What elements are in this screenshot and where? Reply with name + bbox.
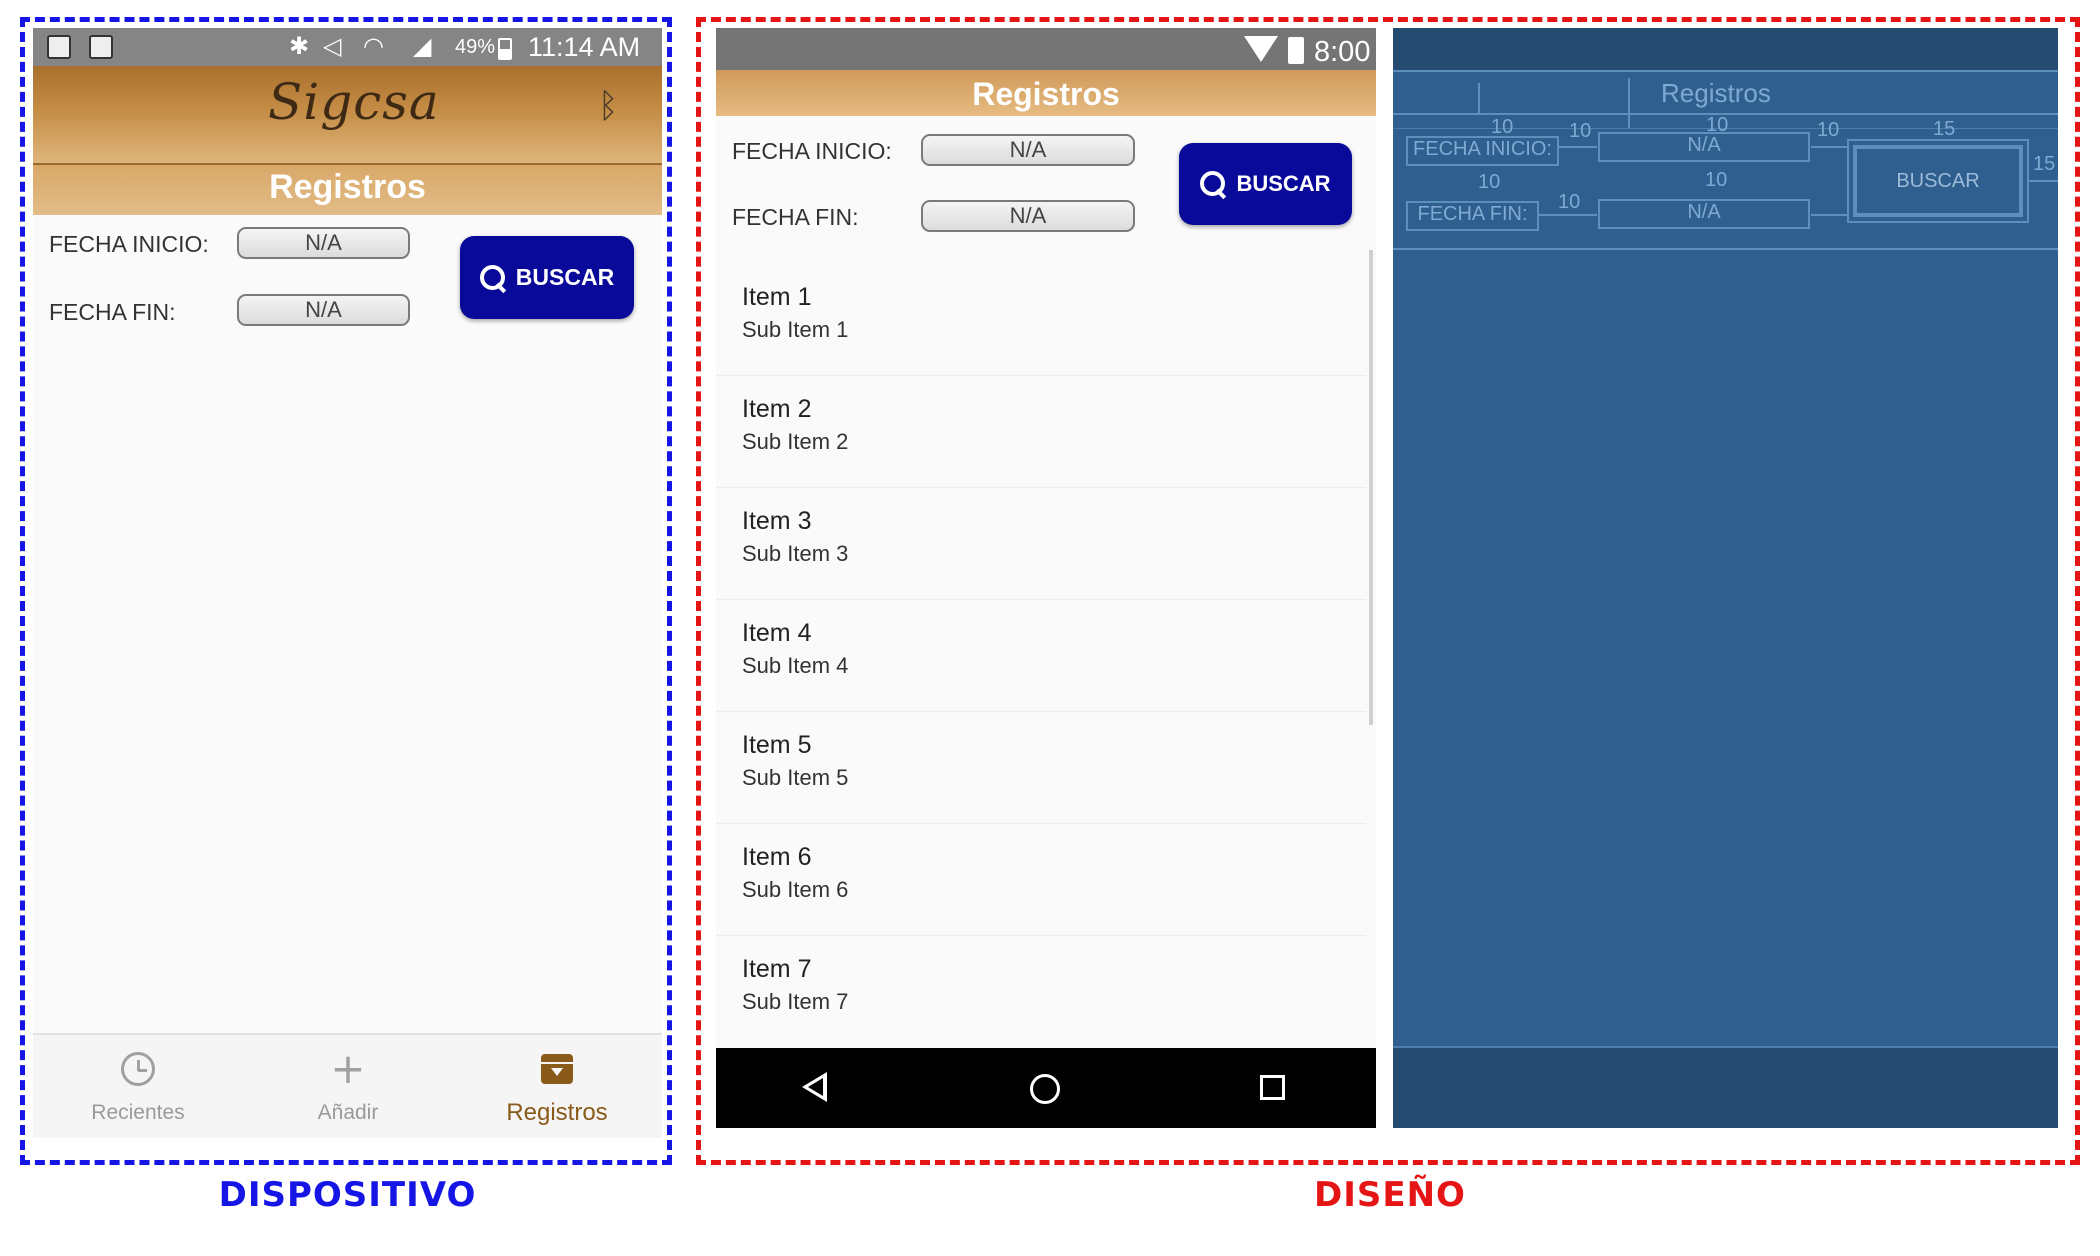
bluetooth-status-icon: ✱ (289, 32, 310, 60)
nav-label: Registros (506, 1099, 608, 1126)
search-button[interactable]: BUSCAR (460, 236, 634, 319)
start-date-label: FECHA INICIO: (732, 138, 892, 164)
list-item[interactable]: Item 1 Sub Item 1 (716, 265, 1366, 376)
list-scrollbar[interactable] (1369, 250, 1373, 725)
start-date-field[interactable]: N/A (921, 134, 1135, 166)
item-title: Item 2 (742, 395, 812, 423)
constraint-label: 10 (1569, 120, 1592, 142)
nav-item-recientes[interactable]: Recientes (33, 1035, 243, 1138)
home-icon[interactable] (1030, 1074, 1060, 1104)
status-time: 11:14 AM (528, 32, 641, 62)
item-subtitle: Sub Item 7 (742, 989, 849, 1014)
constraint-label: 10 (1705, 169, 1728, 191)
blueprint-start-field[interactable]: N/A (1598, 132, 1810, 162)
nav-item-anadir[interactable]: + Añadir (243, 1035, 453, 1138)
list-item[interactable]: Item 6 Sub Item 6 (716, 825, 1366, 936)
design-caption: DISEÑO (1314, 1175, 1466, 1215)
device-screen: ✱ ◁ ◠ ◢ 49% 11:14 AM Sigcsa ᛒ Registros … (33, 28, 662, 1138)
page-title: Registros (269, 168, 426, 206)
blueprint-status-area (1393, 28, 2058, 70)
list-item[interactable]: Item 2 Sub Item 2 (716, 377, 1366, 488)
end-date-label: FECHA FIN: (49, 299, 176, 325)
end-date-field[interactable]: N/A (921, 200, 1135, 232)
battery-percent: 49% (455, 36, 496, 58)
end-date-field[interactable]: N/A (237, 294, 410, 326)
search-icon (479, 264, 506, 291)
item-title: Item 5 (742, 731, 812, 759)
battery-icon (1288, 37, 1304, 64)
search-button[interactable]: BUSCAR (1179, 143, 1352, 225)
constraint-label: 15 (2033, 153, 2056, 175)
signal-status-icon: ◢ (413, 32, 432, 60)
clock-icon (121, 1052, 155, 1086)
mute-status-icon: ◁ (323, 32, 342, 60)
recents-icon[interactable] (1260, 1075, 1285, 1100)
item-subtitle: Sub Item 3 (742, 541, 849, 566)
search-icon (1200, 171, 1226, 197)
start-date-label: FECHA INICIO: (49, 231, 209, 257)
item-title: Item 1 (742, 283, 812, 311)
item-subtitle: Sub Item 1 (742, 317, 849, 342)
design-status-bar: 8:00 (716, 28, 1376, 70)
blueprint-end-field[interactable]: N/A (1598, 199, 1810, 229)
back-icon[interactable] (802, 1072, 827, 1102)
search-button-label: BUSCAR (1236, 171, 1331, 196)
item-title: Item 4 (742, 619, 812, 647)
app-logo: Sigcsa (268, 73, 440, 131)
item-title: Item 6 (742, 843, 812, 871)
item-subtitle: Sub Item 4 (742, 653, 849, 678)
blueprint-navbar-area (1393, 1046, 2058, 1128)
search-button-label: BUSCAR (515, 264, 615, 290)
design-title: Registros (972, 76, 1120, 112)
notification-icon (47, 35, 71, 59)
plus-icon: + (330, 1044, 366, 1093)
constraint-label: 10 (1558, 191, 1581, 213)
blueprint-search-bounds (1847, 139, 2029, 223)
blueprint-start-label[interactable]: FECHA INICIO: (1406, 136, 1559, 166)
constraint-label: 10 (1817, 119, 1840, 141)
list-item[interactable]: Item 4 Sub Item 4 (716, 601, 1366, 712)
item-subtitle: Sub Item 5 (742, 765, 849, 790)
battery-icon (498, 38, 512, 60)
item-title: Item 7 (742, 955, 812, 983)
nav-label: Añadir (317, 1101, 379, 1124)
archive-icon (541, 1054, 573, 1084)
start-date-field[interactable]: N/A (237, 227, 410, 259)
nav-label: Recientes (91, 1101, 185, 1124)
device-status-bar: ✱ ◁ ◠ ◢ 49% 11:14 AM (33, 28, 662, 66)
blueprint-end-label[interactable]: FECHA FIN: (1406, 201, 1539, 231)
system-navbar (716, 1048, 1376, 1128)
image-notification-icon (89, 35, 113, 59)
design-screen: 8:00 Registros FECHA INICIO: N/A FECHA F… (716, 28, 1376, 1128)
status-time: 8:00 (1314, 36, 1371, 68)
list-item[interactable]: Item 7 Sub Item 7 (716, 937, 1366, 1048)
constraint-label: 10 (1706, 114, 1729, 136)
list-item[interactable]: Item 3 Sub Item 3 (716, 489, 1366, 600)
wifi-icon (1244, 36, 1278, 62)
end-date-label: FECHA FIN: (732, 204, 859, 230)
item-subtitle: Sub Item 6 (742, 877, 849, 902)
wifi-status-icon: ◠ (363, 32, 384, 60)
bottom-navigation: Recientes + Añadir Registros (33, 1033, 662, 1138)
nav-item-registros[interactable]: Registros (452, 1035, 662, 1138)
list-item[interactable]: Item 5 Sub Item 5 (716, 713, 1366, 824)
item-subtitle: Sub Item 2 (742, 429, 849, 454)
blueprint-view: Registros FECHA INICIO: N/A FECHA FIN: N… (1393, 28, 2058, 1128)
item-title: Item 3 (742, 507, 812, 535)
bluetooth-icon[interactable]: ᛒ (598, 86, 618, 126)
constraint-label: 15 (1933, 118, 1956, 140)
device-caption: DISPOSITIVO (218, 1175, 477, 1215)
blueprint-title: Registros (1661, 78, 1771, 108)
constraint-label: 10 (1478, 171, 1501, 193)
constraint-label: 10 (1491, 116, 1514, 138)
